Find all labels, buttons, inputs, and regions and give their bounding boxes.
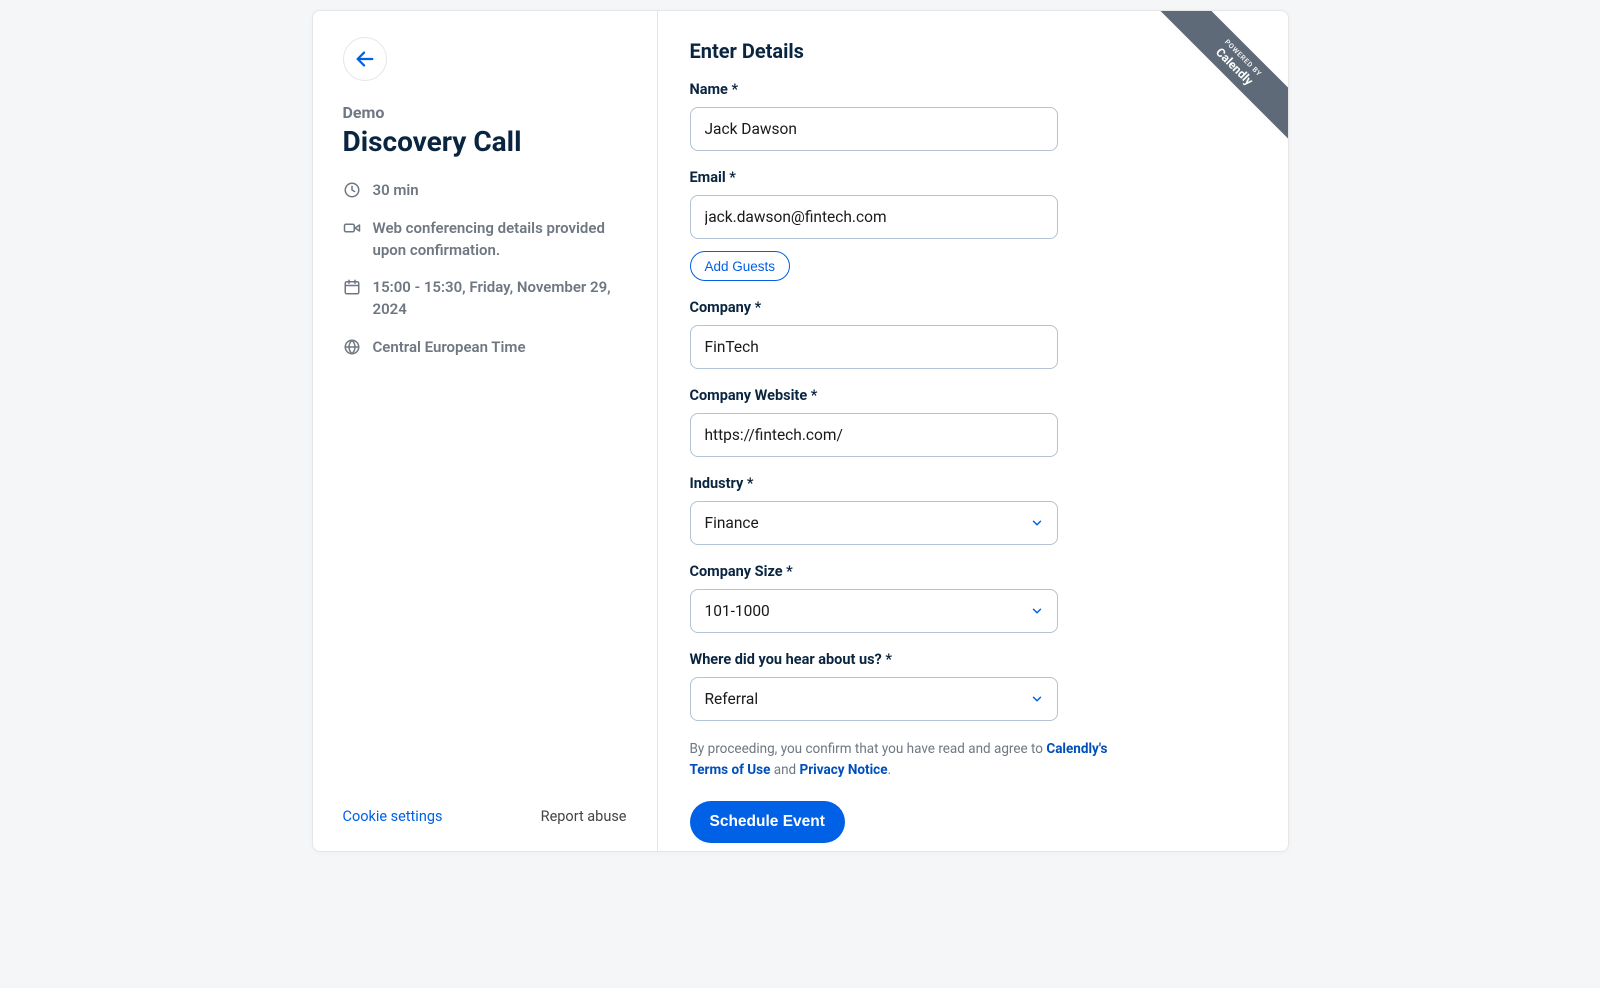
privacy-link[interactable]: Privacy Notice: [800, 762, 888, 778]
industry-label: Industry *: [690, 475, 1254, 492]
meta-datetime: 15:00 - 15:30, Friday, November 29, 2024: [343, 277, 627, 321]
field-company-size: Company Size *: [690, 563, 1254, 633]
clock-icon: [343, 181, 361, 199]
form-panel: Enter Details Name * Email * Add Guests …: [658, 11, 1288, 851]
arrow-left-icon: [354, 48, 376, 70]
field-industry: Industry *: [690, 475, 1254, 545]
field-name: Name *: [690, 81, 1254, 151]
video-icon: [343, 219, 361, 237]
legal-and: and: [770, 762, 799, 778]
industry-select[interactable]: [690, 501, 1058, 545]
email-input[interactable]: [690, 195, 1058, 239]
duration-text: 30 min: [373, 180, 419, 202]
timezone-text: Central European Time: [373, 337, 526, 359]
size-select[interactable]: [690, 589, 1058, 633]
source-select[interactable]: [690, 677, 1058, 721]
legal-text: By proceeding, you confirm that you have…: [690, 739, 1140, 781]
cookie-settings-link[interactable]: Cookie settings: [343, 808, 443, 825]
meta-timezone: Central European Time: [343, 337, 627, 359]
globe-icon: [343, 338, 361, 356]
booking-card: POWERED BY Calendly Demo Discovery Call …: [312, 10, 1289, 852]
left-footer: Cookie settings Report abuse: [343, 808, 627, 831]
location-text: Web conferencing details provided upon c…: [373, 218, 627, 262]
website-label: Company Website *: [690, 387, 1254, 404]
field-company: Company *: [690, 299, 1254, 369]
legal-prefix: By proceeding, you confirm that you have…: [690, 741, 1047, 757]
field-email: Email * Add Guests: [690, 169, 1254, 281]
company-input[interactable]: [690, 325, 1058, 369]
name-input[interactable]: [690, 107, 1058, 151]
meta-location: Web conferencing details provided upon c…: [343, 218, 627, 262]
name-label: Name *: [690, 81, 1254, 98]
event-title: Discovery Call: [343, 126, 627, 158]
meta-duration: 30 min: [343, 180, 627, 202]
website-input[interactable]: [690, 413, 1058, 457]
event-meta: 30 min Web conferencing details provided…: [343, 180, 627, 359]
field-website: Company Website *: [690, 387, 1254, 457]
calendar-icon: [343, 278, 361, 296]
form-heading: Enter Details: [690, 39, 1254, 63]
summary-panel: Demo Discovery Call 30 min Web conferenc…: [313, 11, 658, 851]
organizer-name: Demo: [343, 103, 627, 122]
report-abuse-link[interactable]: Report abuse: [541, 808, 627, 825]
schedule-event-button[interactable]: Schedule Event: [690, 801, 845, 843]
source-label: Where did you hear about us? *: [690, 651, 1254, 668]
back-button[interactable]: [343, 37, 387, 81]
legal-suffix: .: [888, 762, 892, 778]
add-guests-button[interactable]: Add Guests: [690, 251, 791, 281]
field-source: Where did you hear about us? *: [690, 651, 1254, 721]
email-label: Email *: [690, 169, 1254, 186]
datetime-text: 15:00 - 15:30, Friday, November 29, 2024: [373, 277, 627, 321]
company-label: Company *: [690, 299, 1254, 316]
size-label: Company Size *: [690, 563, 1254, 580]
